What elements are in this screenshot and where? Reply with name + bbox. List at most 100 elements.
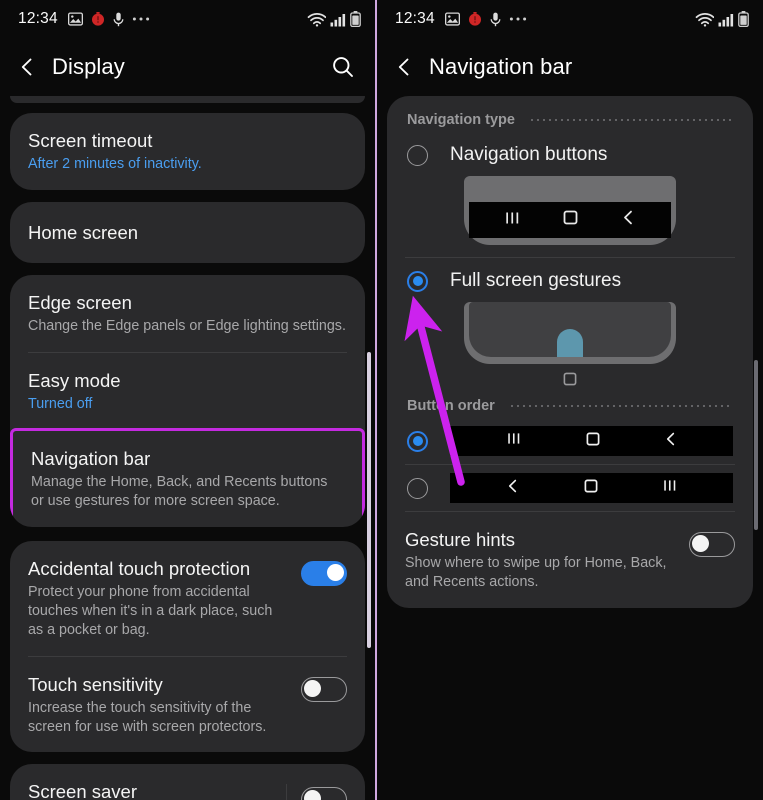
list-item-subtitle: Change the Edge panels or Edge lighting … [28,318,346,335]
list-item-title: Gesture hints [405,529,516,550]
back-icon[interactable] [393,56,415,78]
button-order-preview [450,473,733,503]
toggle-knob [327,563,344,581]
more-icon [509,16,527,22]
radio-option-full-screen-gestures[interactable]: Full screen gestures [387,258,753,294]
dotted-rule [528,119,733,121]
button-order-preview [450,426,733,456]
page-title: Display [52,54,125,79]
right-settings-list[interactable]: Navigation type Navigation buttons Full … [377,96,763,800]
app-bar-right: Navigation bar [377,38,763,96]
alert-icon [91,11,105,26]
home-icon [563,372,577,386]
scrollbar-right[interactable] [754,360,758,530]
toggle-screen-saver[interactable] [301,786,347,800]
card-screen-timeout: Screen timeout After 2 minutes of inacti… [10,113,365,190]
scrollbar-left[interactable] [367,352,371,648]
status-bar-left: 12:34 [0,0,375,38]
card-screen-saver: Screen saver Show a screensaver after th… [10,764,365,800]
list-item-title: Edge screen [28,292,132,314]
list-item-easy-mode[interactable]: Easy mode Turned off [10,353,365,430]
card-home-screen: Home screen [10,201,365,264]
status-clock: 12:34 [395,10,435,27]
left-settings-list[interactable]: Screen timeout After 2 minutes of inacti… [0,96,375,800]
list-item-home-screen[interactable]: Home screen [10,202,365,263]
status-clock: 12:34 [18,10,58,27]
toggle-knob [304,679,321,697]
preview-navigation-buttons [387,168,753,249]
image-icon [67,12,83,26]
wifi-icon [695,12,715,27]
section-header-navigation-type: Navigation type [387,96,753,138]
preview-full-screen-gestures [387,294,753,388]
microphone-icon [113,12,124,27]
card-navigation-settings: Navigation type Navigation buttons Full … [387,96,753,608]
signal-icon [330,13,346,27]
status-right-icons [695,11,749,28]
list-item-gesture-hints[interactable]: Gesture hints Show where to swipe up for… [387,512,753,608]
toggle-knob [692,535,709,552]
alert-icon [468,11,482,26]
list-item-subtitle: Turned off [28,396,93,413]
radio-icon[interactable] [407,430,428,452]
radio-icon[interactable] [407,270,428,292]
list-item-title: Touch sensitivity [28,673,163,695]
list-item-subtitle: Show where to swipe up for Home, Back, a… [405,555,667,590]
list-item-screen-saver[interactable]: Screen saver Show a screensaver after th… [10,764,365,800]
list-item-title: Screen timeout [28,130,153,151]
app-bar-left: Display [0,38,375,96]
section-label: Navigation type [407,112,515,128]
phone-preview-frame [464,302,676,364]
radio-label: Full screen gestures [450,270,622,291]
preview-screen-area [469,176,671,202]
status-bar-right: 12:34 [377,0,763,38]
status-left-icons [444,11,527,27]
search-icon[interactable] [331,55,355,79]
home-icon [586,432,600,451]
list-item-subtitle: After 2 minutes of inactivity. [28,156,202,173]
card-touch-settings: Accidental touch protection Protect your… [10,540,365,753]
list-item-title: Home screen [28,221,139,243]
back-icon [665,432,677,451]
toggle-wrap [675,528,735,557]
dual-screenshot: 12:34 Display Screen timeout After 2 min… [0,0,763,800]
section-header-button-order: Button order [387,388,753,418]
right-phone-screen: 12:34 Navigation bar Navigation type Nav… [377,0,763,800]
radio-label: Navigation buttons [450,144,608,165]
toggle-wrap [272,780,347,800]
radio-option-button-order-2[interactable] [387,465,753,511]
recents-icon [663,479,677,497]
back-icon [507,479,519,498]
list-item-accidental-touch-protection[interactable]: Accidental touch protection Protect your… [10,541,365,656]
home-icon [563,210,578,230]
radio-icon[interactable] [407,477,428,499]
toggle-wrap [287,557,347,586]
list-item-screen-timeout[interactable]: Screen timeout After 2 minutes of inacti… [10,113,365,190]
gesture-pill-icon [557,329,583,357]
toggle-touch-sensitivity[interactable] [301,676,347,702]
home-indicator-row [563,372,577,386]
list-item-touch-sensitivity[interactable]: Touch sensitivity Increase the touch sen… [10,657,365,753]
card-display-options: Edge screen Change the Edge panels or Ed… [10,275,365,527]
recents-icon [505,211,520,230]
list-item-subtitle: Increase the touch sensitivity of the sc… [28,699,267,735]
radio-icon[interactable] [407,144,428,166]
page-title: Navigation bar [429,54,573,79]
toggle-gesture-hints[interactable] [689,532,735,557]
preview-navbar [469,202,671,238]
radio-option-button-order-1[interactable] [387,418,753,464]
radio-option-navigation-buttons[interactable]: Navigation buttons [387,138,753,168]
list-item-subtitle: Protect your phone from accidental touch… [28,584,273,638]
list-item-title: Easy mode [28,370,121,392]
section-label: Button order [407,398,495,414]
list-item-edge-screen[interactable]: Edge screen Change the Edge panels or Ed… [10,275,365,352]
back-icon[interactable] [16,56,38,78]
list-item-title: Screen saver [28,781,137,800]
battery-icon [738,11,749,28]
toggle-knob [304,789,321,800]
list-item-navigation-bar[interactable]: Navigation bar Manage the Home, Back, an… [10,428,365,527]
partial-card-above [10,96,365,103]
toggle-accidental-touch-protection[interactable] [301,560,347,586]
toggle-wrap [287,673,347,702]
phone-preview-frame [464,176,676,245]
